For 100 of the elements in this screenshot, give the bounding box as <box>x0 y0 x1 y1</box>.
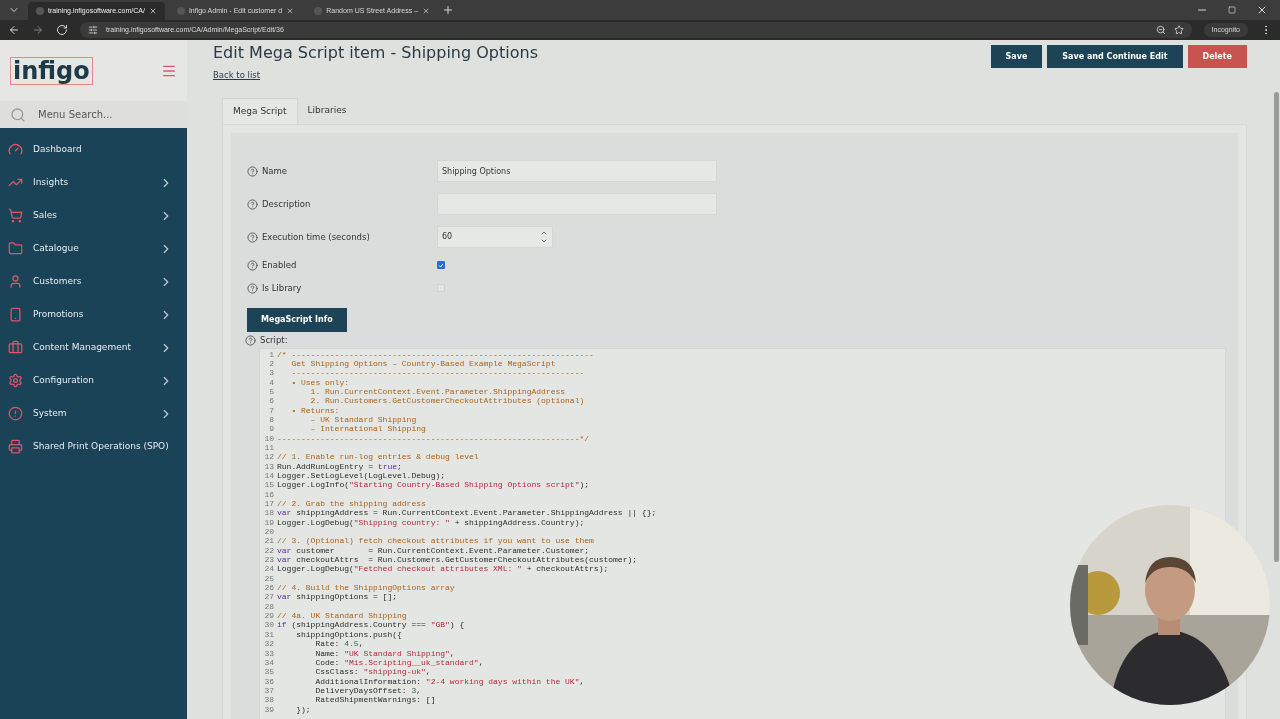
field-label: Description <box>262 197 311 211</box>
line-number: 12 <box>263 452 274 462</box>
sidebar-item[interactable]: Insights <box>0 166 187 199</box>
sidebar-item[interactable]: Content Management <box>0 331 187 364</box>
line-number: 15 <box>263 480 274 490</box>
line-number: 3 <box>268 368 274 378</box>
code-line: 1. Run.CurrentContext.Event.Parameter.ShippingAddress <box>309 386 566 397</box>
back-icon[interactable] <box>8 24 20 36</box>
field-label: Execution time (seconds) <box>262 230 370 244</box>
line-number: 17 <box>263 499 274 509</box>
line-number: 39 <box>263 704 274 714</box>
scrollbar[interactable] <box>1274 92 1279 562</box>
field-label: Is Library <box>262 281 302 295</box>
code-editor[interactable] <box>259 347 1226 719</box>
line-number: 30 <box>263 620 274 630</box>
script-label: Script: <box>260 333 288 347</box>
line-number: 22 <box>263 545 274 556</box>
action-button[interactable]: Save <box>990 45 1043 68</box>
gear-icon <box>8 373 23 388</box>
line-number: 24 <box>263 564 274 574</box>
help-icon[interactable] <box>247 231 258 243</box>
line-number: 37 <box>263 685 274 696</box>
sidebar-item[interactable]: Catalogue <box>0 232 187 265</box>
number-field[interactable]: 60 <box>437 226 553 249</box>
line-number: 26 <box>263 583 274 593</box>
help-icon[interactable] <box>247 198 258 210</box>
alert-icon <box>8 406 23 421</box>
line-number: 20 <box>263 527 274 537</box>
line-number: 27 <box>263 592 274 602</box>
sidebar-item[interactable]: System <box>0 397 187 430</box>
cart-icon <box>8 208 23 223</box>
menu-search-field[interactable]: Menu Search... <box>38 107 177 122</box>
site-settings-icon[interactable] <box>88 25 98 35</box>
printer-icon <box>8 439 23 454</box>
help-icon[interactable] <box>247 259 258 271</box>
reload-icon[interactable] <box>56 24 68 36</box>
new-tab-icon[interactable] <box>442 4 455 16</box>
sidebar-item[interactable]: Dashboard <box>0 133 187 166</box>
text-field[interactable]: Shipping Options <box>437 160 717 183</box>
help-icon[interactable] <box>245 334 256 346</box>
action-button[interactable]: Save and Continue Edit <box>1047 45 1183 68</box>
line-number: 38 <box>263 695 274 705</box>
line-number: 5 <box>268 386 274 397</box>
code-line: // 2. Grab the shipping address <box>277 499 426 509</box>
checkbox[interactable] <box>437 261 445 270</box>
line-number: 6 <box>268 396 274 406</box>
code-line: var customer = Run.CurrentContext.Event.Parameter.Customer; <box>277 545 590 556</box>
sidebar-item[interactable]: Configuration <box>0 364 187 397</box>
line-number: 11 <box>263 442 274 453</box>
close-icon[interactable] <box>1256 4 1268 16</box>
tab[interactable]: Mega Script <box>222 97 298 124</box>
sidebar-item[interactable]: Shared Print Operations (SPO) <box>0 430 187 463</box>
code-line: – International Shipping <box>309 424 426 434</box>
code-line: /* --------------------------------------------------------------- <box>277 349 594 359</box>
bookmark-icon[interactable] <box>1173 25 1184 35</box>
action-button[interactable]: Delete <box>1187 45 1247 68</box>
logo[interactable]: infigo <box>10 56 93 85</box>
line-number: 19 <box>263 517 274 528</box>
close-icon[interactable] <box>286 7 295 15</box>
code-line: Name: "UK Standard Shipping", <box>314 648 455 658</box>
line-number: 23 <box>263 555 274 565</box>
zoom-icon[interactable] <box>1155 25 1166 35</box>
search-box[interactable]: Menu Search... <box>0 101 187 128</box>
help-icon[interactable] <box>247 282 258 294</box>
code-line: // 4. Build the ShippingOptions array <box>277 583 455 593</box>
code-line: shippingOptions.push({ <box>295 629 402 640</box>
code-line: Code: "Mis.Scripting__uk_standard", <box>314 657 484 668</box>
code-line: RatedShipmentWarnings: [] <box>314 695 436 705</box>
code-line: Rate: 4.5, <box>314 639 364 649</box>
line-number: 31 <box>263 629 274 640</box>
sidebar-item[interactable]: Customers <box>0 265 187 298</box>
close-icon[interactable] <box>148 7 157 15</box>
tab[interactable]: Libraries <box>297 97 357 124</box>
line-number: 4 <box>268 377 274 387</box>
code-line: Get Shipping Options – Country-Based Example MegaScript <box>290 358 556 369</box>
code-line: var checkoutAttrs = Run.Customers.GetCustomerCheckoutAttributes(customer); <box>277 555 638 565</box>
code-line: // 3. (Optional) fetch checkout attributes if you want to use them <box>277 536 594 546</box>
code-line: ---------------------------------------------------------------*/ <box>277 433 590 443</box>
sidebar-item[interactable]: Promotions <box>0 298 187 331</box>
code-line: CssClass: "shipping-uk", <box>314 667 431 677</box>
phone-icon <box>8 307 23 322</box>
code-line: ------------------------------------------------------------- <box>290 368 585 378</box>
folder-icon <box>8 241 23 256</box>
back-link[interactable]: Back to list <box>213 69 538 82</box>
line-number: 13 <box>263 461 274 471</box>
help-icon[interactable] <box>247 165 258 177</box>
gauge-icon <box>8 142 23 157</box>
maximize-icon[interactable] <box>1228 6 1236 14</box>
line-number: 21 <box>263 536 274 546</box>
line-number: 28 <box>263 601 274 612</box>
code-line: var shippingOptions = []; <box>277 592 398 602</box>
page-title: Edit Mega Script item - Shipping Options <box>213 43 538 63</box>
megascript-info-button[interactable]: MegaScript Info <box>247 307 347 332</box>
sidebar-item[interactable]: Sales <box>0 199 187 232</box>
code-line: – UK Standard Shipping <box>309 414 417 425</box>
code-line: • Returns: <box>290 405 340 415</box>
close-icon[interactable] <box>422 7 431 15</box>
code-line: // 1. Enable run-log entries & debug level <box>277 452 479 462</box>
field-label: Name <box>262 164 288 178</box>
line-number: 10 <box>263 433 274 443</box>
